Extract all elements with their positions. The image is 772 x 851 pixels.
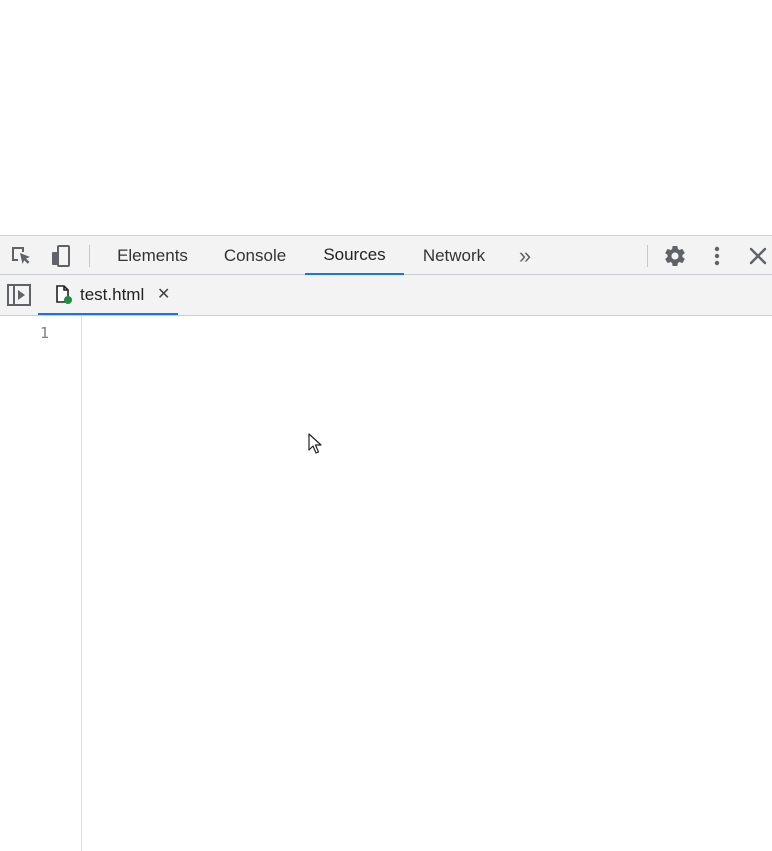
- show-navigator-icon[interactable]: [6, 282, 32, 308]
- toolbar-divider: [647, 245, 648, 267]
- code-editor[interactable]: 1: [0, 316, 772, 851]
- kebab-menu-icon[interactable]: [704, 243, 730, 269]
- close-file-icon[interactable]: ✕: [157, 284, 170, 304]
- sources-tabbar: test.html ✕: [0, 275, 772, 316]
- settings-gear-icon[interactable]: [662, 243, 688, 269]
- file-tab-label: test.html: [80, 285, 145, 304]
- tab-console[interactable]: Console: [208, 236, 302, 275]
- inspect-element-icon[interactable]: [8, 243, 34, 269]
- more-tabs-icon[interactable]: »: [510, 236, 540, 275]
- line-number: 1: [39, 324, 49, 342]
- devtools-main-toolbar: Elements Console Sources Network »: [0, 235, 772, 275]
- mouse-cursor-icon: [308, 433, 322, 460]
- close-icon[interactable]: [745, 243, 771, 269]
- toolbar-divider: [89, 245, 90, 267]
- open-file-tab[interactable]: test.html ✕: [38, 275, 178, 315]
- inspected-page-viewport: [0, 0, 772, 235]
- devtools-panel: Elements Console Sources Network » test.…: [0, 235, 772, 851]
- tab-elements[interactable]: Elements: [105, 236, 200, 275]
- file-modified-icon: [54, 284, 74, 311]
- tab-sources[interactable]: Sources: [305, 236, 404, 275]
- line-number-gutter: 1: [0, 316, 82, 851]
- device-toggle-icon[interactable]: [48, 243, 74, 269]
- tab-network[interactable]: Network: [408, 236, 500, 275]
